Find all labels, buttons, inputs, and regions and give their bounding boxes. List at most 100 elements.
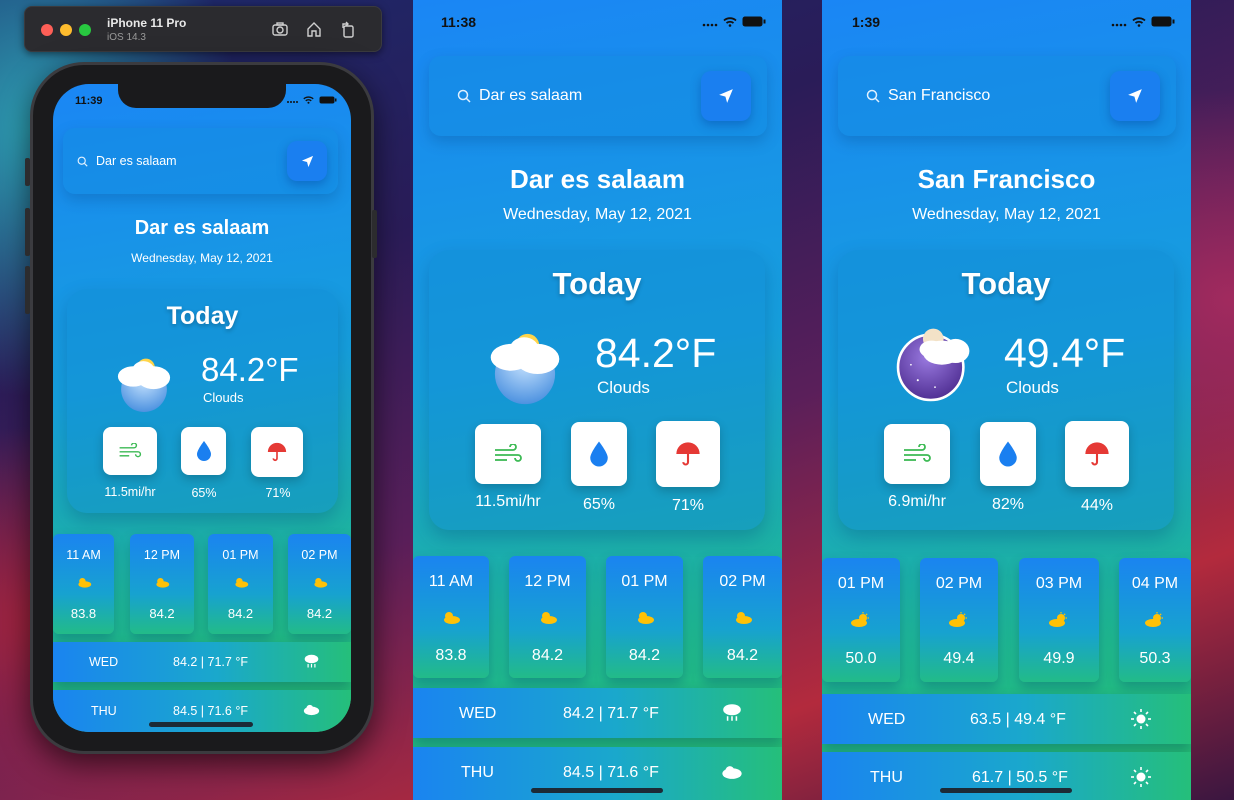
hour-temp: 50.3 bbox=[1139, 650, 1171, 667]
search-icon bbox=[77, 156, 88, 167]
search-input[interactable]: San Francisco bbox=[888, 87, 990, 105]
temperature: 49.4°F bbox=[1004, 330, 1126, 376]
hour-temp: 84.2 bbox=[726, 647, 759, 664]
hourly-card[interactable]: 11 AM 83.8 bbox=[413, 556, 489, 678]
wifi-icon bbox=[303, 96, 314, 104]
wifi-icon bbox=[723, 16, 737, 27]
weather-screen-dar-es-salaam: 11:38 Dar es salaam Dar es salaam Wednes… bbox=[413, 0, 782, 800]
home-indicator[interactable] bbox=[940, 788, 1072, 793]
hourly-card[interactable]: 12 PM 84.2 bbox=[130, 534, 194, 634]
partly-sunny-icon bbox=[949, 612, 967, 627]
city-name: Dar es salaam bbox=[134, 217, 270, 239]
power-button bbox=[372, 210, 377, 258]
city-name: Dar es salaam bbox=[510, 164, 685, 194]
hour-time: 02 PM bbox=[301, 548, 338, 562]
hour-time: 01 PM bbox=[222, 548, 259, 562]
wind-stat bbox=[475, 424, 541, 484]
hour-time: 04 PM bbox=[1131, 575, 1179, 592]
simulator-device-name: iPhone 11 Pro bbox=[107, 16, 187, 30]
cloud-icon bbox=[722, 766, 742, 779]
hour-time: 02 PM bbox=[935, 575, 983, 592]
rain-value: 44% bbox=[1080, 497, 1114, 514]
rain-cloud-icon bbox=[723, 704, 741, 721]
sun-icon bbox=[1131, 709, 1151, 729]
day-range: 61.7 | 50.5 °F bbox=[972, 769, 1068, 786]
day-range: 84.2 | 71.7 °F bbox=[173, 655, 248, 669]
daily-row[interactable]: WED 84.2 | 71.7 °F bbox=[413, 688, 782, 738]
rain-value: 71% bbox=[265, 486, 291, 500]
volume-down-button bbox=[25, 266, 30, 314]
home-icon[interactable] bbox=[305, 20, 323, 38]
wind-value: 11.5mi/hr bbox=[104, 485, 156, 499]
day-range: 63.5 | 49.4 °F bbox=[970, 711, 1066, 728]
sun-icon bbox=[1131, 767, 1151, 787]
close-window-button[interactable] bbox=[41, 24, 53, 36]
today-title: Today bbox=[961, 266, 1051, 301]
hourly-card[interactable]: 01 PM 84.2 bbox=[606, 556, 683, 678]
rain-value: 71% bbox=[671, 497, 705, 514]
status-time: 11:39 bbox=[75, 95, 103, 107]
rain-stat bbox=[656, 421, 720, 487]
status-bar: 11:38 bbox=[413, 0, 782, 30]
hourly-card[interactable]: 11 AM 83.8 bbox=[53, 534, 114, 634]
signal-icon bbox=[1111, 23, 1127, 26]
rain-stat bbox=[251, 427, 303, 477]
hourly-card[interactable]: 02 PM 84.2 bbox=[288, 534, 351, 634]
date-label: Wednesday, May 12, 2021 bbox=[503, 206, 692, 223]
battery-icon bbox=[742, 16, 766, 27]
minimize-window-button[interactable] bbox=[60, 24, 72, 36]
hour-time: 11 AM bbox=[428, 573, 474, 590]
maximize-window-button[interactable] bbox=[79, 24, 91, 36]
date-label: Wednesday, May 12, 2021 bbox=[131, 251, 273, 265]
day-name: WED bbox=[459, 705, 497, 722]
cloud-icon bbox=[303, 704, 320, 716]
humidity-stat bbox=[181, 427, 226, 475]
condition: Clouds bbox=[203, 390, 244, 405]
today-card: Today 49.4°F Clouds 6.9mi/hr 82% 44% bbox=[838, 250, 1174, 530]
partly-sunny-icon bbox=[1145, 612, 1163, 627]
hourly-card[interactable]: 04 PM 50.3 bbox=[1119, 558, 1191, 682]
wind-value: 6.9mi/hr bbox=[888, 493, 946, 510]
screenshot-icon[interactable] bbox=[271, 20, 289, 38]
location-button[interactable] bbox=[1110, 71, 1160, 121]
search-input[interactable]: Dar es salaam bbox=[479, 87, 582, 105]
daily-row[interactable]: WED 84.2 | 71.7 °F bbox=[53, 642, 351, 682]
hourly-card[interactable]: 02 PM 49.4 bbox=[920, 558, 998, 682]
wind-value: 11.5mi/hr bbox=[475, 493, 541, 510]
battery-icon bbox=[1151, 16, 1175, 27]
condition: Clouds bbox=[1006, 378, 1059, 397]
hour-temp: 83.8 bbox=[435, 647, 467, 664]
hour-temp: 84.2 bbox=[227, 606, 254, 621]
date-label: Wednesday, May 12, 2021 bbox=[912, 206, 1101, 223]
battery-icon bbox=[319, 96, 337, 104]
cloud-sun-icon bbox=[540, 612, 557, 624]
hourly-card[interactable]: 03 PM 49.9 bbox=[1019, 558, 1099, 682]
simulator-toolbar: iPhone 11 Pro iOS 14.3 bbox=[24, 6, 382, 52]
hourly-card[interactable]: 02 PM 84.2 bbox=[703, 556, 782, 678]
daily-row[interactable]: WED 63.5 | 49.4 °F bbox=[822, 694, 1191, 744]
home-indicator[interactable] bbox=[149, 722, 253, 727]
search-input[interactable]: Dar es salaam bbox=[96, 154, 177, 168]
cloud-sun-icon bbox=[77, 578, 91, 588]
hourly-card[interactable]: 01 PM 84.2 bbox=[208, 534, 273, 634]
hour-temp: 83.8 bbox=[70, 606, 97, 621]
partly-sunny-icon bbox=[851, 612, 869, 627]
temperature: 84.2°F bbox=[201, 351, 299, 388]
cloud-sun-icon bbox=[313, 578, 327, 588]
day-name: THU bbox=[91, 704, 117, 718]
notch bbox=[118, 84, 286, 108]
wifi-icon bbox=[1132, 16, 1146, 27]
hourly-card[interactable]: 01 PM 50.0 bbox=[822, 558, 900, 682]
day-range: 84.5 | 71.6 °F bbox=[563, 764, 659, 781]
water-drop-icon bbox=[590, 441, 608, 467]
cloud-sun-icon bbox=[156, 578, 170, 588]
hourly-card[interactable]: 12 PM 84.2 bbox=[509, 556, 586, 678]
rain-stat bbox=[1065, 421, 1129, 487]
location-button[interactable] bbox=[287, 141, 327, 181]
wind-stat bbox=[884, 424, 950, 484]
hour-temp: 84.2 bbox=[531, 647, 564, 664]
location-button[interactable] bbox=[701, 71, 751, 121]
volume-up-button bbox=[25, 208, 30, 256]
rotate-icon[interactable] bbox=[339, 20, 357, 38]
home-indicator[interactable] bbox=[531, 788, 663, 793]
